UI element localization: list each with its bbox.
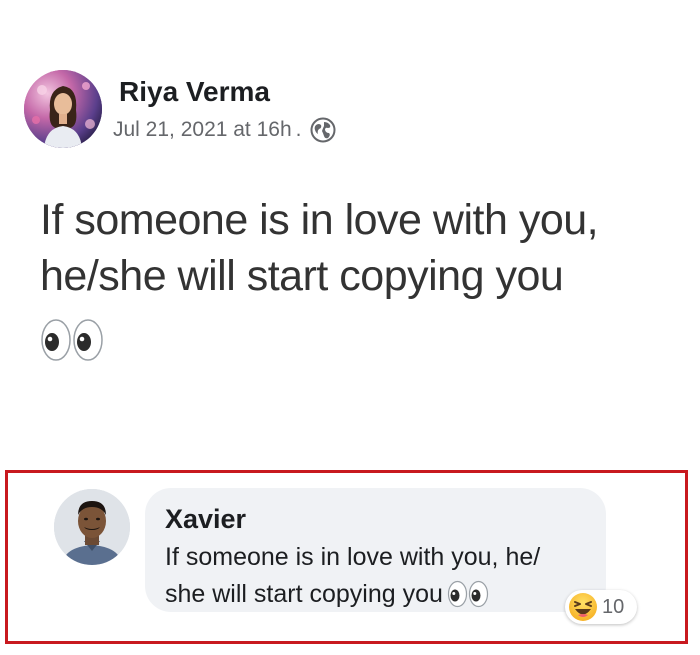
- post-text-line: he/she will start copying you: [40, 252, 564, 300]
- comment-text-line-content: she will start copying you: [165, 580, 443, 608]
- post-timestamp[interactable]: Jul 21, 2021 at 16h: [113, 117, 292, 143]
- post-meta: Jul 21, 2021 at 16h .: [113, 117, 336, 143]
- post-text-line: If someone is in love with you,: [40, 196, 599, 244]
- comment-text: If someone is in love with you, he/ she …: [165, 539, 595, 613]
- comment-bubble: Xavier If someone is in love with you, h…: [145, 488, 606, 612]
- post-text: If someone is in love with you, he/she w…: [40, 192, 680, 304]
- laughing-emoji-icon: [568, 592, 598, 622]
- comment-text-line: If someone is in love with you, he/: [165, 543, 541, 571]
- globe-icon[interactable]: [310, 117, 336, 143]
- author-avatar[interactable]: [24, 70, 102, 148]
- post-header: Riya Verma Jul 21, 2021 at 16h .: [24, 70, 624, 152]
- reaction-count: 10: [602, 596, 625, 618]
- comment-text-line: she will start copying you: [165, 576, 595, 613]
- eyes-emoji: [447, 580, 489, 608]
- reaction-summary[interactable]: 10: [565, 590, 637, 624]
- eyes-emoji: [40, 318, 104, 362]
- author-name[interactable]: Riya Verma: [119, 76, 270, 108]
- commenter-name[interactable]: Xavier: [165, 504, 246, 534]
- meta-separator: .: [295, 118, 302, 141]
- commenter-avatar[interactable]: [54, 489, 130, 565]
